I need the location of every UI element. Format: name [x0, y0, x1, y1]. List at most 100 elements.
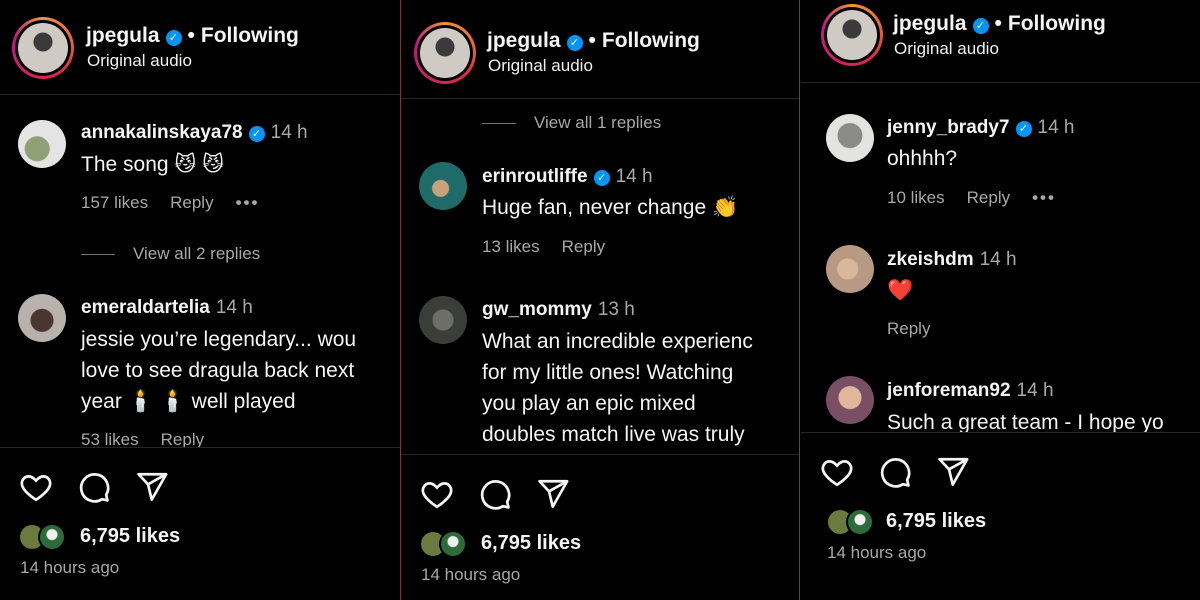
comment-username[interactable]: erinroutliffe [482, 166, 588, 187]
audio-label[interactable]: Original audio [87, 51, 192, 71]
follow-status[interactable]: Following [201, 24, 299, 47]
header-username-row: jpegula ✓ • Following [86, 24, 299, 48]
audio-label[interactable]: Original audio [894, 39, 999, 59]
header-username-row: jpegula ✓ • Following [487, 29, 700, 53]
heart-icon[interactable] [18, 470, 54, 504]
view-replies[interactable]: View all 1 replies [482, 113, 661, 133]
comment-actions: 13 likes Reply [482, 237, 627, 257]
commenter-avatar[interactable] [826, 245, 874, 293]
post-time: 14 hours ago [421, 565, 521, 584]
comment-username-row: annakalinskaya78 ✓ 14 h [81, 122, 308, 144]
likes-count[interactable]: 6,795 likes [481, 532, 581, 555]
reel-panel-3: jpegula ✓ • Following Original audio jenny_… [801, 0, 1200, 600]
comment-time: 13 h [597, 299, 635, 320]
commenter-avatar[interactable] [419, 296, 467, 344]
comment-username-row: zkeishdm 14 h [887, 249, 1017, 271]
comment-username[interactable]: annakalinskaya78 [81, 122, 243, 143]
comment-text: Huge fan, never change 👏 [482, 196, 739, 219]
comment-text-line: you play an epic mixed [482, 392, 696, 415]
share-icon[interactable] [134, 470, 170, 504]
share-icon[interactable] [535, 477, 571, 511]
reel-panel-2: jpegula ✓ • Following Original audio View a… [400, 0, 800, 600]
comment-time: 14 h [1016, 380, 1054, 401]
comment-time: 14 h [979, 249, 1017, 270]
comment-icon[interactable] [877, 455, 913, 489]
comment-text-line: doubles match live was truly [482, 423, 745, 446]
verified-icon: ✓ [566, 35, 583, 51]
header-username[interactable]: jpegula [487, 29, 561, 52]
comment-icon[interactable] [76, 470, 112, 504]
comment-actions: Reply [887, 319, 952, 339]
post-header: jpegula ✓ • Following Original audio [0, 0, 400, 95]
comment-text-line: year 🕯️ 🕯️ well played [81, 390, 296, 413]
verified-icon: ✓ [165, 30, 182, 46]
verified-icon: ✓ [1015, 121, 1032, 137]
heart-icon[interactable] [819, 455, 855, 489]
follow-status[interactable]: Following [602, 29, 700, 52]
view-replies-label[interactable]: View all 1 replies [534, 113, 661, 132]
comment-username-row: jenforeman92 14 h [887, 380, 1054, 402]
liker-avatar [38, 523, 66, 551]
comment-username-row: emeraldartelia 14 h [81, 297, 253, 319]
reply-button[interactable]: Reply [887, 319, 930, 338]
post-footer: 6,795 likes 14 hours ago [0, 447, 400, 600]
comment-text-line: What an incredible experienc [482, 330, 753, 353]
heart-icon[interactable] [419, 477, 455, 511]
reel-panel-1: jpegula ✓ • Following Original audio annaka… [0, 0, 400, 600]
likes-count[interactable]: 6,795 likes [80, 525, 180, 548]
header-username[interactable]: jpegula [86, 24, 160, 47]
action-bar [819, 455, 993, 494]
comment-username[interactable]: gw_mommy [482, 299, 592, 320]
header-username[interactable]: jpegula [893, 12, 967, 35]
comment-likes[interactable]: 10 likes [887, 188, 945, 207]
share-icon[interactable] [935, 455, 971, 489]
comment-username-row: gw_mommy 13 h [482, 299, 635, 321]
comment-text: ohhhh? [887, 147, 958, 170]
audio-label[interactable]: Original audio [488, 56, 593, 76]
comment-text: The song 😼 😼 [81, 153, 225, 176]
profile-avatar[interactable] [12, 17, 74, 79]
comment-actions: 157 likes Reply ••• [81, 193, 281, 213]
commenter-avatar[interactable] [18, 294, 66, 342]
follow-status[interactable]: Following [1008, 12, 1106, 35]
comment-username[interactable]: emeraldartelia [81, 297, 210, 318]
commenter-avatar[interactable] [419, 162, 467, 210]
comment-text-line: jessie you’re legendary... wou [81, 328, 357, 351]
profile-avatar[interactable] [414, 22, 476, 84]
reply-button[interactable]: Reply [170, 193, 213, 212]
post-time: 14 hours ago [20, 558, 120, 577]
comment-text-line: love to see dragula back next [81, 359, 355, 382]
comment-time: 14 h [1037, 117, 1075, 138]
commenter-avatar[interactable] [18, 120, 66, 168]
comment-username[interactable]: jenny_brady7 [887, 117, 1010, 138]
liker-avatar [846, 508, 874, 536]
comment-text: ❤️ [887, 279, 914, 302]
comment-username-row: jenny_brady7 ✓ 14 h [887, 117, 1074, 139]
view-replies[interactable]: View all 2 replies [81, 244, 260, 264]
comment-likes[interactable]: 157 likes [81, 193, 148, 212]
post-footer: 6,795 likes 14 hours ago [801, 432, 1200, 600]
verified-icon: ✓ [972, 18, 989, 34]
post-time: 14 hours ago [827, 543, 927, 562]
comment-icon[interactable] [477, 477, 513, 511]
comment-time: 14 h [270, 122, 308, 143]
view-replies-label[interactable]: View all 2 replies [133, 244, 260, 263]
reply-button[interactable]: Reply [967, 188, 1010, 207]
comment-username[interactable]: jenforeman92 [887, 380, 1011, 401]
comment-actions: 10 likes Reply ••• [887, 188, 1078, 208]
separator-dot: • [187, 24, 195, 47]
comment-time: 14 h [615, 166, 653, 187]
separator-dot: • [994, 12, 1002, 35]
verified-icon: ✓ [593, 170, 610, 186]
profile-avatar[interactable] [821, 4, 883, 66]
commenter-avatar[interactable] [826, 114, 874, 162]
commenter-avatar[interactable] [826, 376, 874, 424]
comment-username[interactable]: zkeishdm [887, 249, 974, 270]
more-options-icon[interactable]: ••• [236, 193, 260, 212]
action-bar [419, 477, 593, 516]
more-options-icon[interactable]: ••• [1032, 188, 1056, 207]
post-header: jpegula ✓ • Following Original audio [801, 0, 1200, 83]
reply-button[interactable]: Reply [562, 237, 605, 256]
likes-count[interactable]: 6,795 likes [886, 510, 986, 533]
comment-likes[interactable]: 13 likes [482, 237, 540, 256]
